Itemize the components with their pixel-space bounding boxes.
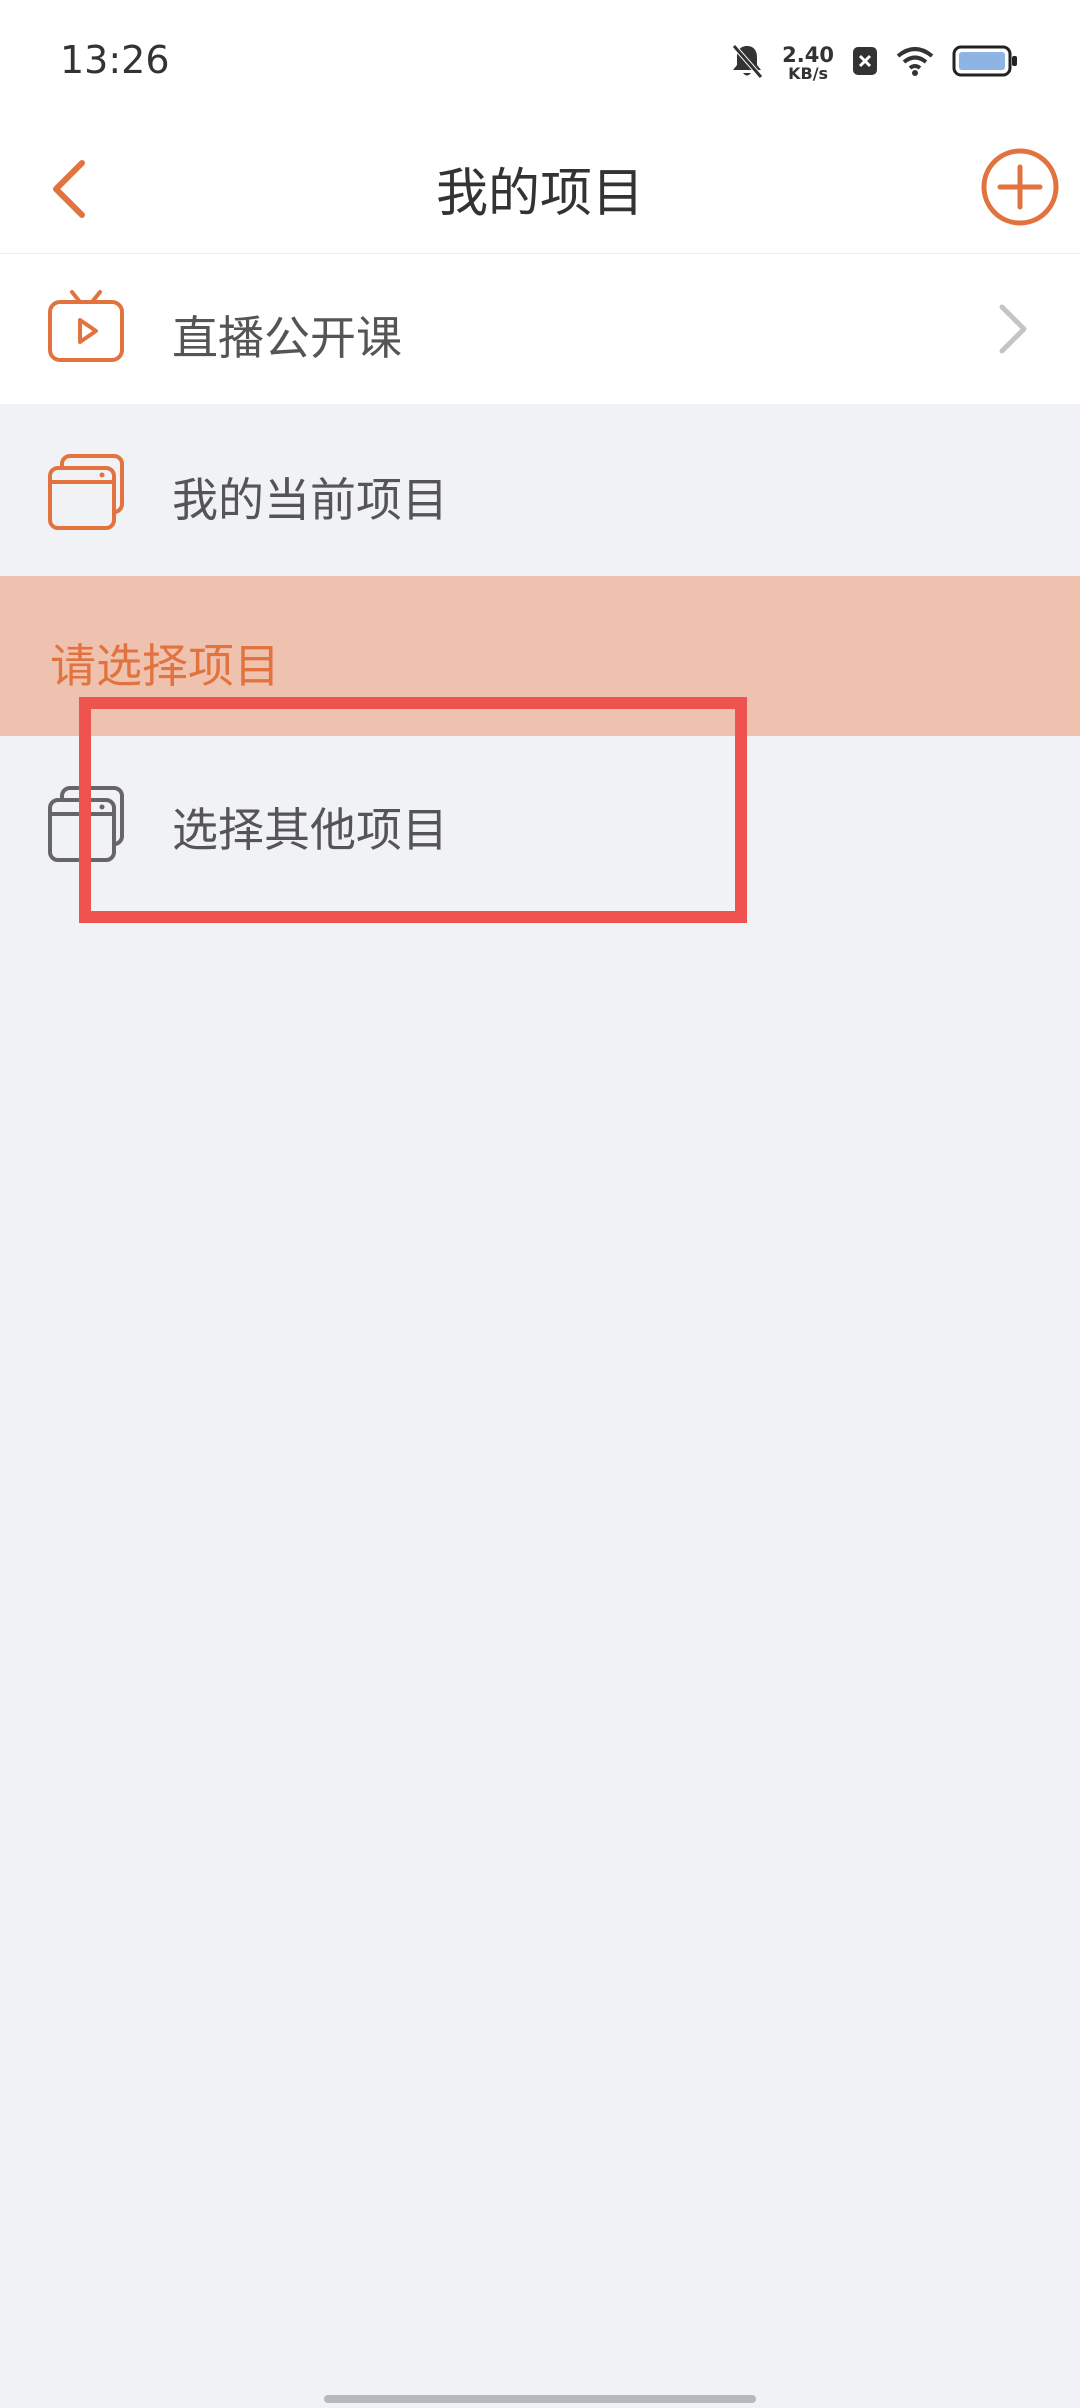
net-speed-unit: KB/s (788, 63, 829, 83)
net-speed-value: 2.40 (782, 42, 834, 67)
live-course-label: 直播公开课 (172, 311, 402, 365)
home-indicator[interactable] (324, 2395, 756, 2403)
status-icons: 2.40 KB/s (730, 40, 1018, 86)
net-speed: 2.40 KB/s (782, 42, 834, 83)
tv-play-icon (44, 286, 128, 370)
plus-circle-icon (981, 148, 1059, 226)
chevron-right-icon (992, 299, 1032, 359)
highlight-annotation-box (79, 697, 747, 923)
battery-icon (952, 45, 1018, 81)
list-item-current-project[interactable]: 我的当前项目 (0, 404, 1080, 576)
bell-off-icon (730, 43, 764, 83)
section-title: 请选择项目 (50, 639, 280, 693)
add-button[interactable] (978, 145, 1062, 229)
page-title: 我的项目 (435, 164, 644, 224)
screen: 13:26 2.40 KB/s 我的项目 直播公开课 我的当前项目 请选择项目 … (0, 0, 1080, 2408)
status-bar: 13:26 2.40 KB/s (0, 0, 1080, 125)
list-item-live-course[interactable]: 直播公开课 (0, 254, 1080, 404)
close-box-icon (852, 46, 878, 80)
status-time: 13:26 (60, 38, 170, 82)
header: 我的项目 (0, 125, 1080, 254)
current-project-label: 我的当前项目 (172, 473, 448, 527)
wifi-icon (896, 46, 934, 80)
stacked-cards-icon (44, 450, 128, 534)
